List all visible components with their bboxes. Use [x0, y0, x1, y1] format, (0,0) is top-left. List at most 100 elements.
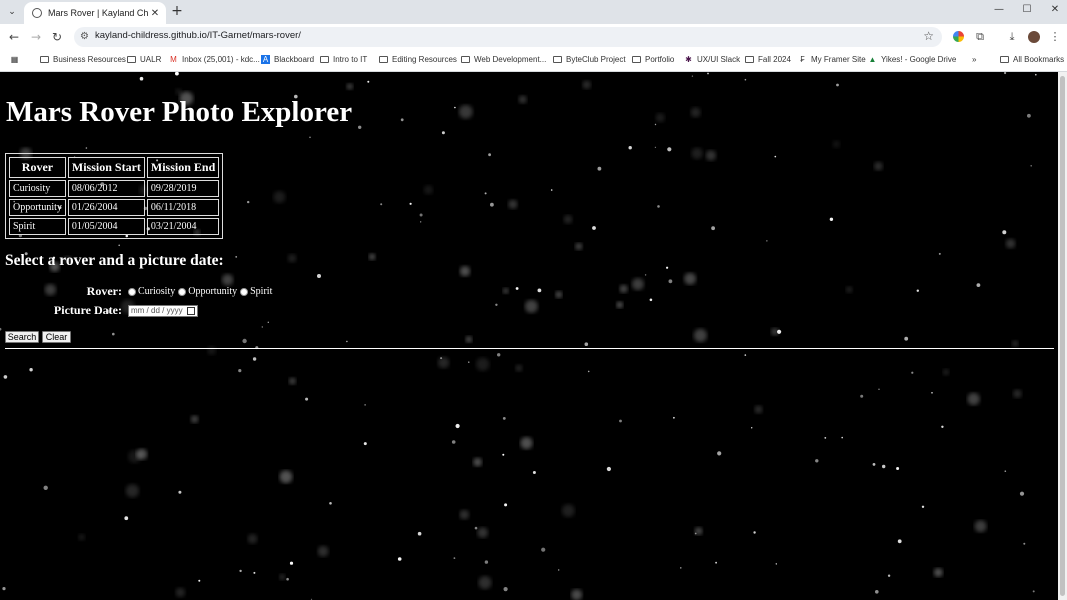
radio-opportunity[interactable]: Opportunity [178, 286, 237, 297]
star [711, 226, 715, 231]
divider [5, 348, 1054, 349]
extensions-puzzle-icon[interactable]: ⧉ [972, 29, 988, 45]
star [118, 244, 120, 247]
more-bookmarks-chevron-icon[interactable]: » [972, 55, 976, 64]
star [587, 370, 590, 373]
star [592, 226, 596, 230]
forward-icon[interactable]: → [28, 29, 44, 45]
star [550, 189, 553, 191]
star [235, 256, 238, 258]
star [872, 463, 876, 466]
tab-search-icon[interactable]: ⌄ [4, 4, 20, 20]
vertical-scrollbar[interactable] [1058, 72, 1067, 600]
bookmarks-bar: ▦ Business Resources UALR M Inbox (25,001… [0, 50, 1067, 72]
radio-button[interactable] [240, 287, 249, 296]
radio-button[interactable] [178, 287, 187, 296]
table-cell: 01/05/2004 [67, 218, 145, 235]
folder-icon [320, 56, 329, 63]
active-tab[interactable]: Mars Rover | Kayland Childress ✕ [24, 2, 166, 24]
address-bar[interactable]: ⚙ kayland-childress.github.io/IT-Garnet/… [74, 27, 942, 47]
star [3, 375, 8, 379]
star [541, 547, 546, 552]
calendar-icon[interactable] [187, 306, 195, 315]
close-window-icon[interactable]: ✕ [1048, 4, 1062, 15]
star [824, 437, 827, 439]
star [1035, 73, 1037, 76]
search-button[interactable]: Search [5, 331, 39, 343]
folder-icon [632, 56, 641, 63]
all-bookmarks[interactable]: All Bookmarks [1000, 55, 1064, 64]
blurred-star [459, 266, 471, 277]
clear-button[interactable]: Clear [42, 331, 71, 343]
url-text[interactable]: kayland-childress.github.io/IT-Garnet/ma… [95, 30, 301, 41]
star [897, 539, 902, 544]
radio-curiosity[interactable]: Curiosity [128, 286, 175, 297]
bookmark-google-drive[interactable]: ▲ Yikes! - Google Drive [868, 55, 957, 64]
bookmark-business-resources[interactable]: Business Resources [40, 55, 126, 64]
star [1032, 590, 1035, 593]
star [451, 440, 456, 444]
blurred-star [690, 107, 701, 118]
bookmark-byteclub-project[interactable]: ByteClub Project [553, 55, 626, 64]
date-selector-row: Picture Date: mm / dd / yyyy [0, 303, 198, 318]
instructions-heading: Select a rover and a picture date: [5, 252, 224, 269]
bookmark-blackboard[interactable]: A Blackboard [261, 55, 314, 64]
radio-spirit[interactable]: Spirit [240, 286, 272, 297]
star [495, 303, 498, 306]
blurred-star [78, 533, 85, 541]
rover-label: Rover: [86, 284, 122, 298]
star [198, 579, 201, 582]
chrome-extension-icon[interactable] [950, 29, 966, 45]
column-header-rover: Rover [9, 157, 66, 178]
star [715, 561, 717, 564]
blurred-star [631, 278, 644, 291]
avatar[interactable] [1026, 29, 1042, 45]
star [829, 217, 834, 221]
menu-kebab-icon[interactable]: ⋮ [1047, 29, 1063, 45]
blurred-star [175, 88, 182, 95]
bookmark-ux-ui-slack[interactable]: ✱ UX/UI Slack [684, 55, 740, 64]
star [242, 338, 247, 344]
star [346, 340, 348, 343]
blurred-star [693, 328, 708, 342]
table-cell: 01/26/2004 [67, 199, 145, 216]
star [453, 557, 456, 559]
back-icon[interactable]: ← [6, 29, 22, 45]
star [694, 532, 697, 535]
minimize-icon[interactable]: — [992, 4, 1006, 15]
blurred-star [423, 185, 433, 195]
folder-icon [379, 56, 388, 63]
star [774, 155, 777, 158]
maximize-icon[interactable]: ☐ [1020, 4, 1034, 15]
apps-grid-icon[interactable]: ▦ [10, 55, 23, 64]
star [178, 490, 182, 494]
bookmark-fall-2024[interactable]: Fall 2024 [745, 55, 791, 64]
blurred-star [518, 95, 527, 104]
site-info-icon[interactable]: ⚙ [80, 31, 89, 42]
blurred-star [561, 504, 575, 517]
reload-icon[interactable]: ↻ [49, 29, 65, 45]
star [707, 72, 709, 75]
star [667, 147, 672, 152]
bookmark-editing-resources[interactable]: Editing Resources [379, 55, 457, 64]
bookmark-star-icon[interactable]: ☆ [923, 29, 934, 43]
bookmark-my-framer-site[interactable]: ₣ My Framer Site [798, 55, 865, 64]
star [409, 202, 412, 205]
bookmark-ualr[interactable]: UALR [127, 55, 161, 64]
scrollbar-thumb[interactable] [1060, 76, 1065, 596]
bookmark-intro-to-it[interactable]: Intro to IT [320, 55, 367, 64]
star [474, 526, 478, 530]
bookmark-portfolio[interactable]: Portfolio [632, 55, 674, 64]
star [29, 368, 33, 372]
close-tab-icon[interactable]: ✕ [148, 8, 162, 19]
bookmark-web-development[interactable]: Web Development... [461, 55, 546, 64]
star [532, 471, 536, 474]
bookmark-inbox[interactable]: M Inbox (25,001) - kdc... [169, 55, 260, 64]
radio-button[interactable] [128, 287, 136, 296]
blurred-star [317, 545, 329, 557]
blurred-star [136, 448, 148, 460]
download-icon[interactable]: ⤓ [1004, 29, 1020, 45]
new-tab-button[interactable]: + [170, 3, 184, 19]
picture-date-input[interactable]: mm / dd / yyyy [128, 304, 198, 317]
star [420, 221, 422, 223]
